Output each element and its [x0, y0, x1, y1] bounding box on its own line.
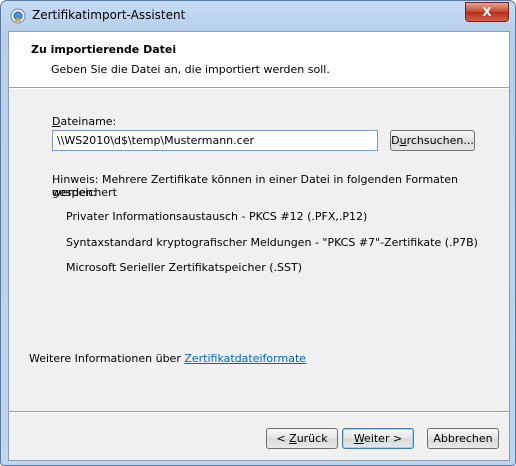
format-item-p7b: Syntaxstandard kryptografischer Meldunge… [66, 236, 478, 249]
close-icon: X [482, 5, 492, 19]
footer-divider [9, 411, 509, 413]
filename-input[interactable] [52, 130, 378, 151]
format-item-sst: Microsoft Serieller Zertifikatspeicher (… [66, 261, 303, 274]
header-divider [9, 87, 509, 89]
wizard-client: Zu importierende Datei Geben Sie die Dat… [8, 31, 510, 461]
certificate-icon [10, 8, 26, 24]
page-subtitle: Geben Sie die Datei an, die importiert w… [51, 63, 330, 76]
info-text: Weitere Informationen über Zertifikatdat… [29, 352, 307, 365]
certificate-formats-link[interactable]: Zertifikatdateiformate [184, 352, 306, 365]
window-title: Zertifikatimport-Assistent [32, 8, 186, 22]
back-button[interactable]: < Zurück [266, 428, 338, 449]
format-item-pfx: Privater Informationsaustausch - PKCS #1… [66, 210, 368, 223]
close-button[interactable]: X [465, 2, 509, 22]
hint-line-1: Hinweis: Mehrere Zertifikate können in e… [52, 173, 458, 199]
browse-button[interactable]: Durchsuchen... [390, 130, 475, 151]
filename-label: Dateiname: [52, 115, 117, 128]
next-button[interactable]: Weiter > [342, 428, 414, 449]
page-title: Zu importierende Datei [31, 43, 177, 56]
cancel-button[interactable]: Abbrechen [427, 428, 499, 449]
hint-line-2: werden: [52, 186, 97, 199]
wizard-header: Zu importierende Datei Geben Sie die Dat… [9, 32, 509, 87]
wizard-window: Zertifikatimport-Assistent X Zu importie… [0, 0, 516, 466]
title-bar[interactable]: Zertifikatimport-Assistent X [1, 1, 515, 31]
